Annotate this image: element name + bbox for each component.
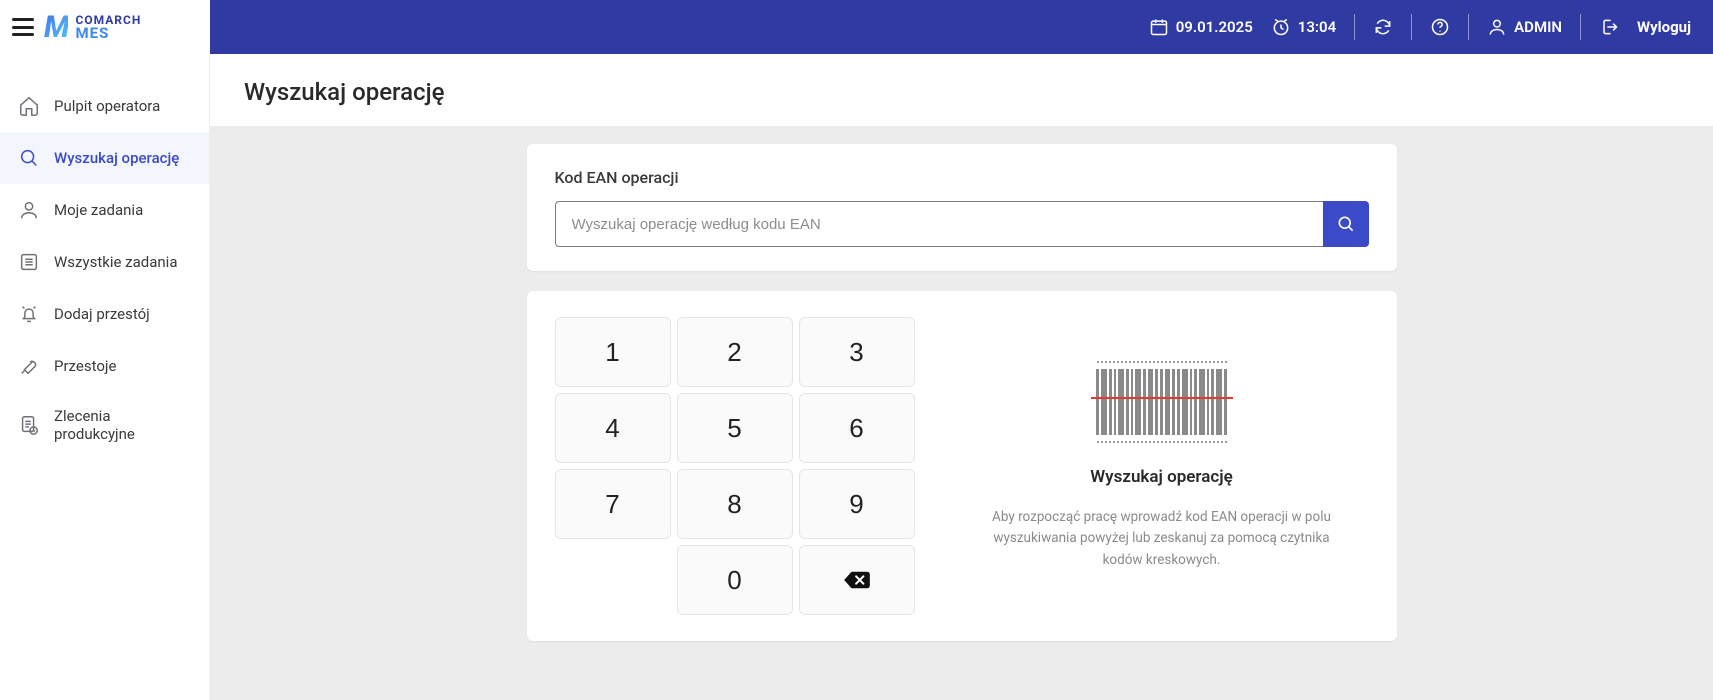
numeric-keypad: 1 2 3 4 5 6 7 8 9 0 (555, 317, 915, 615)
search-button[interactable] (1323, 201, 1369, 247)
document-clock-icon (18, 414, 40, 436)
ean-search-input[interactable] (555, 201, 1323, 247)
hint-title: Wyszukaj operację (1090, 467, 1233, 487)
search-field-label: Kod EAN operacji (555, 168, 1369, 187)
sidebar-item-label: Moje zadania (54, 201, 143, 219)
sidebar: Pulpit operatora Wyszukaj operację Moje … (0, 54, 210, 700)
header-date: 09.01.2025 (1149, 17, 1253, 37)
calendar-icon (1149, 17, 1169, 37)
app-header: M COMARCH MES 09.01.2025 13:04 (0, 0, 1713, 54)
backspace-icon (842, 569, 872, 591)
scan-hint: Wyszukaj operację Aby rozpocząć pracę wp… (955, 317, 1369, 615)
divider (1411, 14, 1412, 40)
help-button[interactable] (1430, 17, 1450, 37)
page-title-bar: Wyszukaj operację (210, 54, 1713, 126)
sidebar-item-add-downtime[interactable]: Dodaj przestój (0, 288, 209, 340)
keypad-9[interactable]: 9 (799, 469, 915, 539)
search-card: Kod EAN operacji (527, 144, 1397, 271)
app-logo: M COMARCH MES (44, 10, 141, 45)
logout-link[interactable]: Wyloguj (1637, 18, 1691, 36)
keypad-4[interactable]: 4 (555, 393, 671, 463)
user-icon (1487, 17, 1507, 37)
clock-icon (1271, 17, 1291, 37)
page-title: Wyszukaj operację (244, 78, 1679, 106)
bell-icon (18, 303, 40, 325)
logo-mark-icon: M (44, 10, 68, 45)
header-date-value: 09.01.2025 (1176, 18, 1253, 36)
keypad-8[interactable]: 8 (677, 469, 793, 539)
divider (1580, 14, 1581, 40)
barcode-icon (1097, 361, 1227, 443)
search-icon (1336, 214, 1356, 234)
keypad-backspace[interactable] (799, 545, 915, 615)
hint-text: Aby rozpocząć pracę wprowadź kod EAN ope… (982, 507, 1342, 572)
divider (1354, 14, 1355, 40)
logo-brand-bottom: MES (76, 26, 142, 41)
keypad-2[interactable]: 2 (677, 317, 793, 387)
header-time: 13:04 (1271, 17, 1336, 37)
sidebar-item-search-operation[interactable]: Wyszukaj operację (0, 132, 209, 184)
logout-icon-button[interactable] (1599, 17, 1619, 37)
sidebar-item-label: Wyszukaj operację (54, 149, 179, 167)
keypad-6[interactable]: 6 (799, 393, 915, 463)
logout-icon (1599, 17, 1619, 37)
wrench-icon (18, 355, 40, 377)
keypad-3[interactable]: 3 (799, 317, 915, 387)
sidebar-item-dashboard[interactable]: Pulpit operatora (0, 80, 209, 132)
sidebar-item-label: Dodaj przestój (54, 305, 150, 323)
header-user[interactable]: ADMIN (1487, 17, 1562, 37)
header-right: 09.01.2025 13:04 ADMIN Wylog (210, 0, 1713, 54)
sidebar-item-my-tasks[interactable]: Moje zadania (0, 184, 209, 236)
keypad-1[interactable]: 1 (555, 317, 671, 387)
sidebar-item-downtimes[interactable]: Przestoje (0, 340, 209, 392)
keypad-spacer (555, 545, 671, 615)
sidebar-item-label: Pulpit operatora (54, 97, 160, 115)
header-user-name: ADMIN (1514, 18, 1562, 36)
keypad-card: 1 2 3 4 5 6 7 8 9 0 (527, 291, 1397, 641)
keypad-7[interactable]: 7 (555, 469, 671, 539)
divider (1468, 14, 1469, 40)
refresh-icon (1373, 17, 1393, 37)
list-icon (18, 251, 40, 273)
sidebar-item-label: Przestoje (54, 357, 116, 375)
search-icon (18, 147, 40, 169)
header-time-value: 13:04 (1298, 18, 1336, 36)
sidebar-item-all-tasks[interactable]: Wszystkie zadania (0, 236, 209, 288)
header-left: M COMARCH MES (0, 0, 210, 54)
help-icon (1430, 17, 1450, 37)
main-content: Wyszukaj operację Kod EAN operacji 1 2 3… (210, 54, 1713, 700)
sidebar-item-label: Wszystkie zadania (54, 253, 177, 271)
refresh-button[interactable] (1373, 17, 1393, 37)
menu-toggle-button[interactable] (12, 18, 34, 36)
home-icon (18, 95, 40, 117)
keypad-5[interactable]: 5 (677, 393, 793, 463)
sidebar-item-label: Zlecenia produkcyjne (54, 407, 191, 443)
sidebar-item-production-orders[interactable]: Zlecenia produkcyjne (0, 392, 209, 458)
person-icon (18, 199, 40, 221)
keypad-0[interactable]: 0 (677, 545, 793, 615)
